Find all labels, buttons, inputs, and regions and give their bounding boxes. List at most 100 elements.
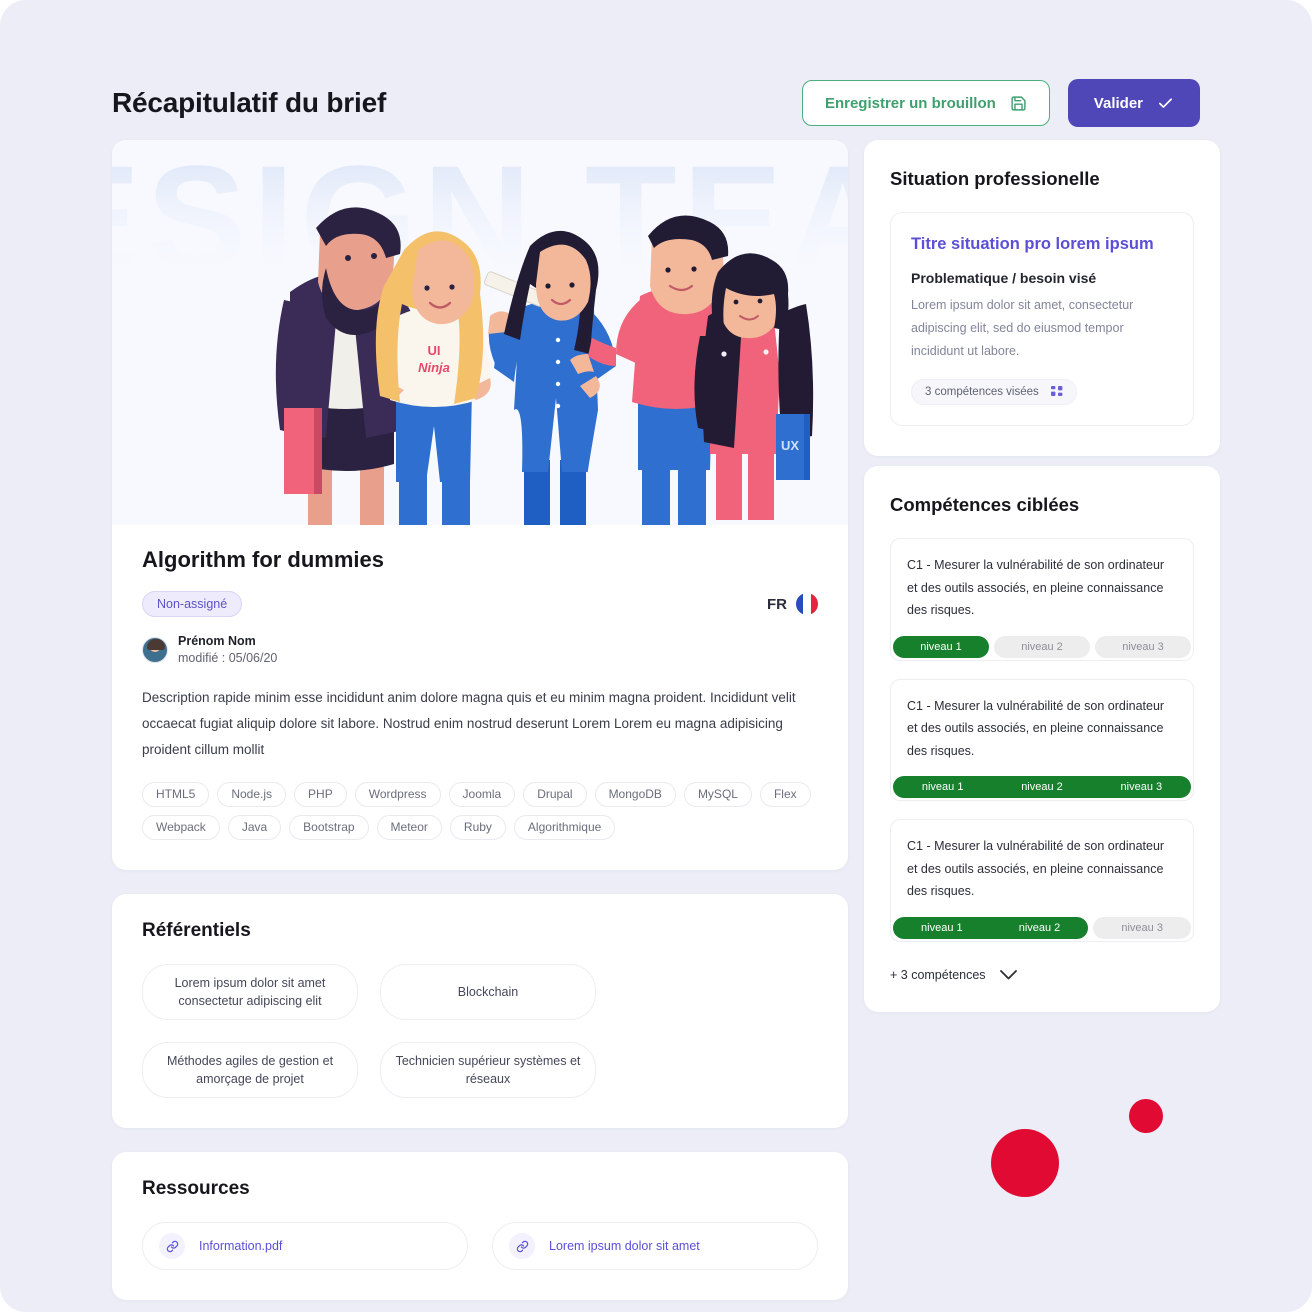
tag-chip[interactable]: Ruby [449,814,506,840]
situation-title: Situation professionelle [890,168,1100,189]
tag-chip[interactable]: Joomla [448,781,516,807]
competence-card[interactable]: C1 - Mesurer la vulnérabilité de son ord… [890,819,1194,942]
validate-button[interactable]: Valider [1067,79,1200,127]
chevron-down-icon [999,969,1017,980]
tag-chip[interactable]: Webpack [142,814,220,840]
france-flag-icon [796,593,818,615]
header-actions: Enregistrer un brouillon Valider [801,79,1200,127]
app-page: Récapitulatif du brief Enregistrer un br… [0,0,1312,1312]
competences-section: Compétences ciblées C1 - Mesurer la vuln… [864,466,1220,1012]
referentiels-card: Référentiels Lorem ipsum dolor sit amet … [112,893,848,1129]
save-draft-label: Enregistrer un brouillon [824,94,996,112]
level-segment-1[interactable]: niveau 1 [893,776,993,799]
shirt-line-2: Ninja [418,360,450,375]
level-segment-1[interactable]: niveau 1 [893,635,989,658]
ressources-title: Ressources [142,1178,250,1200]
validate-label: Valider [1093,94,1143,112]
level-segment-2[interactable]: niveau 2 [994,635,1090,658]
competences-title: Compétences ciblées [890,494,1080,516]
competences-count-badge[interactable]: 3 compétences visées [911,379,1077,406]
tag-chip[interactable]: Bootstrap [289,814,369,840]
ressource-pill[interactable]: Lorem ipsum dolor sit amet [492,1222,818,1271]
hero-illustration: DESIGN TEAM [112,140,848,525]
page-title: Récapitulatif du brief [112,87,387,118]
tag-chip[interactable]: MySQL [683,781,752,807]
check-icon [1157,95,1174,112]
status-badge: Non-assigné [142,591,243,617]
competence-card[interactable]: C1 - Mesurer la vulnérabilité de son ord… [890,678,1194,802]
tag-list: HTML5 Node.js PHP Wordpress Joomla Drupal Mong… [142,781,818,840]
more-competences-toggle[interactable]: + 3 compétences [890,968,1194,982]
language-code: FR [767,595,787,613]
competences-count-label: 3 compétences visées [925,386,1039,399]
referentiel-pill[interactable]: Méthodes agiles de gestion et amorçage d… [142,1041,358,1099]
cursor-blob-small [1129,1099,1163,1133]
tag-chip[interactable]: MongoDB [594,781,676,807]
competence-level-bar: niveau 1 niveau 2 niveau 3 [891,635,1193,660]
level-segment-3[interactable]: niveau 3 [1093,916,1192,939]
referentiel-pill[interactable]: Technicien supérieur systèmes et réseaux [380,1041,596,1099]
situation-card: Situation professionelle Titre situation… [864,140,1220,457]
author-modified-date: modifié : 05/06/20 [178,650,278,665]
tag-chip[interactable]: Node.js [217,781,287,807]
link-icon [159,1233,185,1260]
brief-card: DESIGN TEAM [112,140,848,870]
competence-level-bar: niveau 1 niveau 2 niveau 3 [891,776,1193,800]
brief-status-row: Non-assigné FR [142,591,818,617]
sidebar-column: Situation professionelle Titre situation… [864,140,1220,1012]
tag-chip[interactable]: HTML5 [142,781,210,807]
main-column: DESIGN TEAM [112,140,848,1312]
cursor-blob-large [991,1129,1059,1197]
brief-title: Algorithm for dummies [142,547,385,572]
more-competences-label: + 3 compétences [890,967,986,982]
competences-list: C1 - Mesurer la vulnérabilité de son ord… [890,538,1194,942]
shirt-line-1: UI [428,343,441,358]
level-segment-1[interactable]: niveau 1 [893,916,991,939]
competence-text: C1 - Mesurer la vulnérabilité de son ord… [907,839,1165,899]
situation-section: Situation professionelle Titre situation… [864,140,1220,456]
competence-card[interactable]: C1 - Mesurer la vulnérabilité de son ord… [890,538,1194,661]
ressources-list: Information.pdf Lorem ipsum dolor sit ame… [142,1222,818,1271]
level-segment-2[interactable]: niveau 2 [992,776,1092,799]
page-header: Récapitulatif du brief Enregistrer un br… [112,68,1200,138]
level-segment-2[interactable]: niveau 2 [990,916,1089,939]
ressource-pill[interactable]: Information.pdf [142,1222,468,1271]
author-block: Prénom Nom modifié : 05/06/20 [142,633,818,667]
floppy-save-icon [1010,95,1027,112]
grid-dots-icon [1050,386,1063,398]
save-draft-button[interactable]: Enregistrer un brouillon [801,80,1050,126]
design-team-illustration: DESIGN TEAM [112,140,848,525]
language-indicator[interactable]: FR [767,593,818,615]
situation-pro-card[interactable]: Titre situation pro lorem ipsum Problema… [890,212,1194,427]
author-text: Prénom Nom modifié : 05/06/20 [178,633,277,667]
competence-level-bar: niveau 1 niveau 2 niveau 3 [891,916,1193,941]
ressource-label: Information.pdf [199,1239,283,1254]
brief-body: Algorithm for dummies Non-assigné FR Pré… [112,525,848,870]
referentiel-pill[interactable]: Blockchain [380,963,596,1020]
avatar [142,636,168,663]
author-name: Prénom Nom [178,634,256,648]
ressources-card: Ressources Information.pdf Lorem ipsum do… [112,1152,848,1301]
tag-chip[interactable]: Meteor [376,814,442,840]
svg-text:UX: UX [781,438,799,453]
referentiels-list: Lorem ipsum dolor sit amet consectetur a… [142,963,818,1099]
tag-chip[interactable]: Drupal [523,781,587,807]
link-icon [509,1233,535,1260]
tag-chip[interactable]: PHP [294,781,347,807]
tag-chip[interactable]: Flex [759,781,811,807]
tag-chip[interactable]: Algorithmique [513,814,616,840]
competence-text: C1 - Mesurer la vulnérabilité de son ord… [907,698,1165,758]
referentiel-pill[interactable]: Lorem ipsum dolor sit amet consectetur a… [142,963,358,1020]
tag-chip[interactable]: Java [227,814,282,840]
tag-chip[interactable]: Wordpress [354,781,441,807]
competence-text: C1 - Mesurer la vulnérabilité de son ord… [907,558,1165,618]
situation-pro-title: Titre situation pro lorem ipsum [911,235,1154,253]
ressource-label: Lorem ipsum dolor sit amet [549,1239,700,1254]
referentiels-title: Référentiels [142,919,251,941]
situation-pro-body: Lorem ipsum dolor sit amet, consectetur … [911,298,1134,359]
situation-pro-subtitle: Problematique / besoin visé [911,270,1097,286]
competences-card: Compétences ciblées C1 - Mesurer la vuln… [864,466,1220,1012]
level-segment-3[interactable]: niveau 3 [1091,776,1191,799]
brief-description: Description rapide minim esse incididunt… [142,689,796,758]
level-segment-3[interactable]: niveau 3 [1095,635,1191,658]
